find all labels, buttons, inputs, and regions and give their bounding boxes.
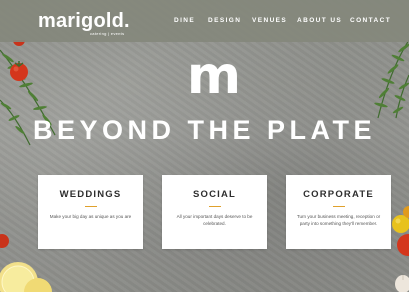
- card-divider: [333, 206, 345, 207]
- hero-logo-mark: m: [186, 46, 242, 106]
- card-text: Make your big day as unique as you are: [49, 214, 132, 219]
- card-divider: [209, 206, 221, 207]
- yellow-tomato-icon: [403, 206, 409, 218]
- card-title: WEDDINGS: [59, 189, 122, 200]
- card-corporate[interactable]: CORPORATE Turn your business meeting, re…: [286, 175, 391, 249]
- hero-title: BEYOND THE PLATE: [32, 115, 376, 145]
- tomato-icon: [10, 61, 28, 81]
- main-nav: DINE DESIGN VENUES ABOUT US CONTACT: [0, 17, 409, 29]
- lemon-slice-icon: [0, 262, 52, 292]
- nav-item-contact[interactable]: CONTACT: [350, 17, 391, 24]
- card-social[interactable]: SOCIAL All your important days deserve t…: [162, 175, 267, 249]
- brand-tagline: catering | events: [90, 31, 125, 36]
- card-weddings[interactable]: WEDDINGS Make your big day as unique as …: [38, 175, 143, 249]
- card-divider: [85, 206, 97, 207]
- tomato-icon: [0, 234, 9, 248]
- card-text: Turn your business meeting, reception or…: [296, 214, 381, 226]
- tomato-icon: [397, 234, 409, 256]
- nav-item-venues[interactable]: VENUES: [252, 17, 287, 24]
- nav-item-design[interactable]: DESIGN: [208, 17, 241, 24]
- nav-item-dine[interactable]: DINE: [174, 17, 195, 24]
- card-title: CORPORATE: [303, 189, 374, 200]
- garlic-icon: [395, 275, 409, 292]
- card-title: SOCIAL: [192, 189, 237, 200]
- top-navbar: marigold. catering | events DINE DESIGN …: [0, 0, 409, 42]
- card-text: All your important days deserve to be ce…: [176, 214, 253, 226]
- rosemary-herb-icon: [374, 40, 409, 119]
- nav-item-about-us[interactable]: ABOUT US: [297, 17, 342, 24]
